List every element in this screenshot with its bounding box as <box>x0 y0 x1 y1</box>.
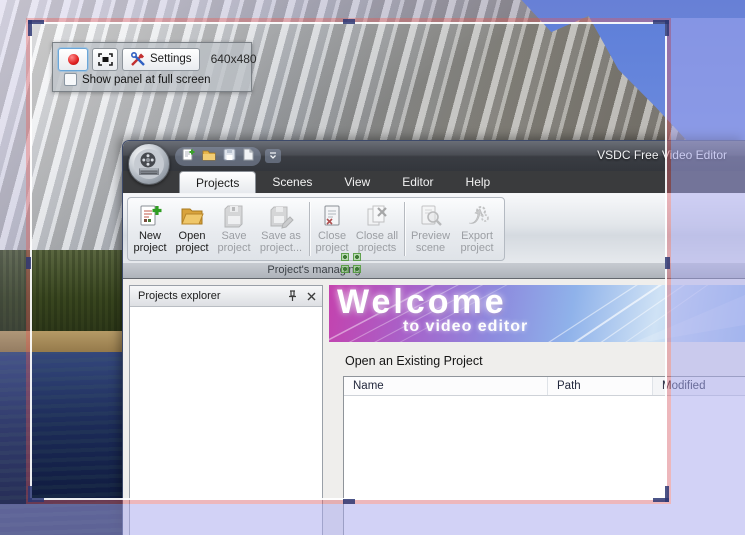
recorder-panel[interactable]: Settings 640x480 Show panel at full scre… <box>52 42 257 92</box>
region-handle-top-center[interactable] <box>343 19 355 24</box>
region-handle-left-middle[interactable] <box>26 257 31 269</box>
settings-label: Settings <box>150 53 192 65</box>
region-select-button[interactable] <box>92 47 118 71</box>
screen: VSDC Free Video Editor Projects Scenes V… <box>0 0 745 535</box>
settings-button[interactable]: Settings <box>122 47 200 71</box>
screen-dim-overlay-left <box>0 18 26 504</box>
region-handle-bottom-center[interactable] <box>343 499 355 504</box>
record-button[interactable] <box>58 47 88 71</box>
region-handle-bottom-left[interactable] <box>28 486 32 502</box>
screen-dim-overlay-bottom <box>0 504 745 535</box>
region-handle-right-middle[interactable] <box>665 257 670 269</box>
settings-tools-icon <box>131 51 145 66</box>
capture-resolution-label: 640x480 <box>210 52 257 66</box>
screen-dim-overlay-right <box>671 18 745 504</box>
region-move-handle[interactable] <box>341 253 361 273</box>
show-panel-label: Show panel at full screen <box>82 73 211 86</box>
record-icon <box>67 53 79 65</box>
region-handle-bottom-right[interactable] <box>665 486 669 502</box>
region-handle-top-left[interactable] <box>28 20 32 36</box>
screen-dim-overlay-top <box>0 0 745 18</box>
region-select-icon <box>97 52 113 66</box>
region-handle-top-right[interactable] <box>665 20 669 36</box>
show-panel-checkbox[interactable] <box>64 73 77 86</box>
